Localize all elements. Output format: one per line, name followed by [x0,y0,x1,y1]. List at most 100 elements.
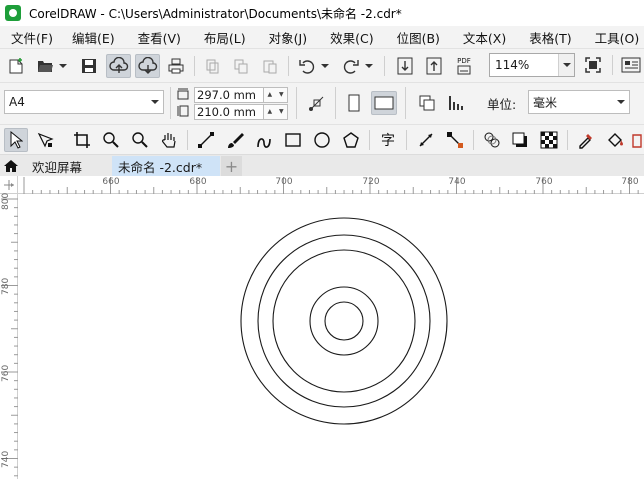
print-icon[interactable] [165,55,187,77]
vertical-ruler[interactable]: 800 780 760 740 [0,193,18,479]
page-height-row: 210.0 mm ▲ ▼ [194,103,288,120]
all-pages-icon[interactable] [416,92,438,114]
pdf-label: PDF [457,57,471,65]
undo-dropdown-icon[interactable] [320,61,330,71]
transparency-tool-icon[interactable] [538,129,560,151]
shape-tool-icon[interactable] [34,129,56,151]
page-width-icon [176,86,190,102]
menu-table[interactable]: 表格(T) [506,28,571,47]
interactive-fill-icon[interactable] [604,129,626,151]
copy-icon[interactable] [230,55,252,77]
menu-view[interactable]: 查看(V) [115,28,181,47]
menu-object[interactable]: 对象(J) [246,28,307,47]
circle-inner[interactable] [324,301,364,341]
page-size-select[interactable]: A4 [4,90,164,114]
ruler-label: 700 [275,177,293,187]
drop-shadow-icon[interactable] [509,129,531,151]
circle-third[interactable] [272,249,416,393]
dimension-tool-icon[interactable] [415,129,437,151]
circle-second[interactable] [257,234,431,408]
ruler-label: 780 [621,177,639,187]
portrait-icon[interactable] [343,92,365,114]
zoom-level-select[interactable]: 114% [489,53,575,77]
redo-icon[interactable] [340,55,362,77]
ruler-label: 740 [448,177,466,187]
new-document-icon[interactable] [5,55,27,77]
crop-tool-icon[interactable] [71,129,93,151]
pick-tool-icon[interactable] [4,128,28,152]
ruler-label: 780 [1,277,11,295]
export-icon[interactable] [423,55,445,77]
zoom-tool-icon[interactable] [100,129,122,151]
menu-text[interactable]: 文本(X) [440,28,506,47]
window-title: CorelDRAW - C:\Users\Administrator\Docum… [29,6,402,21]
page-height-icon [176,103,190,119]
connector-tool-icon[interactable] [444,129,466,151]
horizontal-ruler[interactable]: 660 680 700 720 740 760 780 [18,176,644,194]
circle-fourth[interactable] [309,286,379,356]
cloud-download-icon[interactable] [135,54,160,78]
ruler-label: 740 [1,450,11,468]
concentric-circles-drawing[interactable] [19,195,644,479]
open-folder-icon[interactable] [34,55,56,77]
ruler-label: 720 [362,177,380,187]
freehand-tool-icon[interactable] [195,129,217,151]
home-icon[interactable] [0,155,22,177]
tab-welcome-screen[interactable]: 欢迎屏幕 [26,156,110,177]
smart-fill-icon[interactable] [630,129,644,151]
units-label: 单位: [487,97,517,112]
blend-tool-icon[interactable] [481,129,503,151]
page-height-field[interactable]: 210.0 mm [194,103,264,120]
publish-pdf-icon[interactable]: PDF [452,55,476,77]
page-width-field[interactable]: 297.0 mm [194,86,264,103]
page-width-row: 297.0 mm ▲ ▼ [194,86,288,103]
paste-icon[interactable] [259,55,281,77]
open-dropdown-icon[interactable] [58,61,68,71]
menu-bitmap[interactable]: 位图(B) [374,28,440,47]
ruler-origin[interactable] [0,176,18,194]
save-icon[interactable] [78,55,100,77]
menu-file[interactable]: 文件(F) [0,28,53,47]
ruler-label: 680 [189,177,207,187]
zoom-level-value: 114% [495,58,530,72]
units-select[interactable]: 毫米 [528,90,630,114]
add-tab-icon[interactable]: + [221,156,242,177]
ruler-label: 760 [1,364,11,382]
zoom-out-icon[interactable] [129,129,151,151]
ellipse-tool-icon[interactable] [311,129,333,151]
menu-tools[interactable]: 工具(O) [572,28,640,47]
chevron-down-icon [147,99,163,105]
undo-icon[interactable] [296,55,318,77]
cut-icon[interactable] [201,55,223,77]
menu-layout[interactable]: 布局(L) [181,28,246,47]
redo-dropdown-icon[interactable] [364,61,374,71]
menu-edit[interactable]: 编辑(E) [53,28,115,47]
page-width-spinner[interactable]: ▲ ▼ [264,86,288,103]
eyedropper-tool-icon[interactable] [575,129,597,151]
pan-tool-icon[interactable] [158,129,180,151]
cloud-upload-icon[interactable] [106,54,131,78]
text-tool-icon[interactable]: 字 [377,129,399,151]
drawing-canvas[interactable] [19,195,644,479]
tab-welcome-label: 欢迎屏幕 [32,160,83,175]
tab-document[interactable]: 未命名 -2.cdr* [112,156,220,177]
tab-document-label: 未命名 -2.cdr* [118,160,203,175]
page-origin-icon[interactable] [306,92,328,114]
page-height-spinner[interactable]: ▲ ▼ [264,103,288,120]
full-screen-icon[interactable] [582,54,604,76]
menu-bar: 文件(F) 编辑(E) 查看(V) 布局(L) 对象(J) 效果(C) 位图(B… [0,26,644,48]
chevron-down-icon [613,99,629,105]
artistic-media-icon[interactable] [224,129,246,151]
bezier-tool-icon[interactable] [253,129,275,151]
page-size-value: A4 [9,95,25,109]
circle-outer[interactable] [240,217,448,425]
menu-effects[interactable]: 效果(C) [307,28,373,47]
options-icon[interactable] [619,54,643,76]
import-icon[interactable] [394,55,416,77]
landscape-icon[interactable] [371,91,397,115]
current-page-icon[interactable] [445,92,467,114]
polygon-tool-icon[interactable] [340,129,362,151]
rectangle-tool-icon[interactable] [282,129,304,151]
units-value: 毫米 [533,95,558,110]
ruler-label: 760 [535,177,553,187]
